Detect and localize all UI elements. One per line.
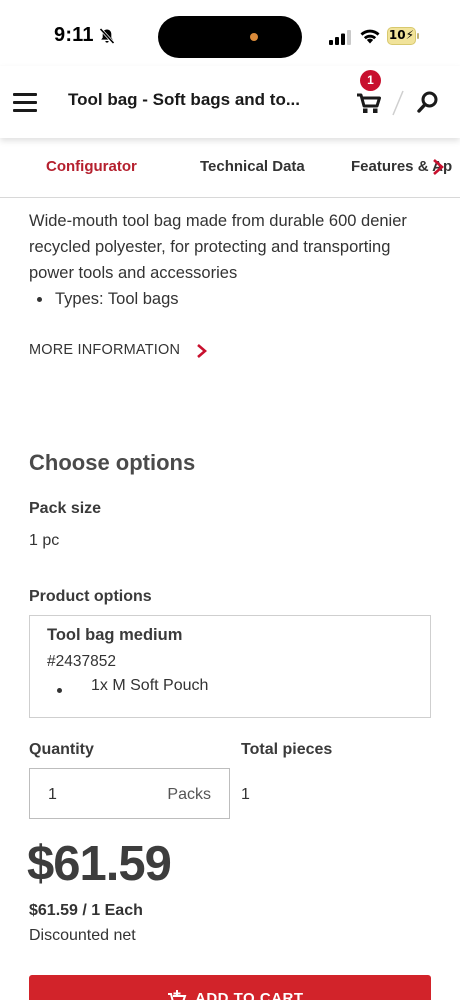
header-divider	[392, 90, 404, 116]
hamburger-menu-icon[interactable]	[13, 92, 37, 112]
status-time: 9:11	[54, 24, 94, 46]
add-to-cart-button[interactable]: ADD TO CART	[29, 975, 431, 1000]
total-pieces-label: Total pieces	[241, 741, 333, 758]
chevron-right-icon[interactable]	[196, 343, 208, 359]
description-line: power tools and accessories	[29, 264, 238, 282]
price-per-unit: $61.59 / 1 Each	[29, 902, 143, 919]
page-title: Tool bag - Soft bags and to...	[68, 90, 300, 109]
product-options-label: Product options	[29, 588, 152, 605]
cart-add-icon	[168, 990, 187, 1000]
app-header: Tool bag - Soft bags and to... 1	[0, 66, 460, 138]
description-line: Wide-mouth tool bag made from durable 60…	[29, 212, 407, 230]
search-icon[interactable]	[416, 90, 440, 114]
product-price: $61.59	[27, 837, 172, 891]
cellular-signal-icon	[329, 30, 351, 45]
quantity-value: 1	[48, 786, 57, 803]
scroll-tabs-right-icon[interactable]	[430, 158, 446, 176]
tab-configurator[interactable]: Configurator	[46, 158, 137, 175]
battery-icon: 10⚡︎	[387, 27, 419, 45]
battery-level: 10⚡︎	[388, 28, 415, 42]
description-bullet: Types: Tool bags	[29, 286, 439, 312]
choose-options-heading: Choose options	[29, 450, 196, 475]
bell-slash-icon	[99, 27, 115, 45]
add-to-cart-label: ADD TO CART	[195, 990, 304, 1000]
quantity-unit: Packs	[167, 786, 211, 803]
more-information-link[interactable]: MORE INFORMATION	[29, 342, 180, 358]
description-line: recycled polyester, for protecting and t…	[29, 238, 391, 256]
dynamic-island	[158, 16, 302, 58]
tab-bar: Configurator Technical Data Features & A…	[0, 138, 460, 198]
wifi-icon	[360, 29, 380, 44]
quantity-input[interactable]: 1 Packs	[29, 768, 230, 819]
tab-technical-data[interactable]: Technical Data	[200, 158, 305, 175]
quantity-label: Quantity	[29, 741, 94, 758]
product-description: Wide-mouth tool bag made from durable 60…	[29, 208, 439, 312]
total-pieces-value: 1	[241, 786, 250, 803]
status-bar: 9:11 10⚡︎	[0, 0, 460, 66]
price-note: Discounted net	[29, 927, 136, 944]
product-option-card[interactable]: Tool bag medium #2437852 1x M Soft Pouch	[29, 615, 431, 718]
option-feature: 1x M Soft Pouch	[47, 677, 208, 695]
pack-size-label: Pack size	[29, 500, 102, 517]
pack-size-value: 1 pc	[29, 532, 60, 549]
option-name: Tool bag medium	[47, 626, 183, 644]
privacy-indicator-icon	[250, 33, 258, 41]
cart-count-badge: 1	[360, 70, 381, 91]
option-sku: #2437852	[47, 653, 116, 670]
